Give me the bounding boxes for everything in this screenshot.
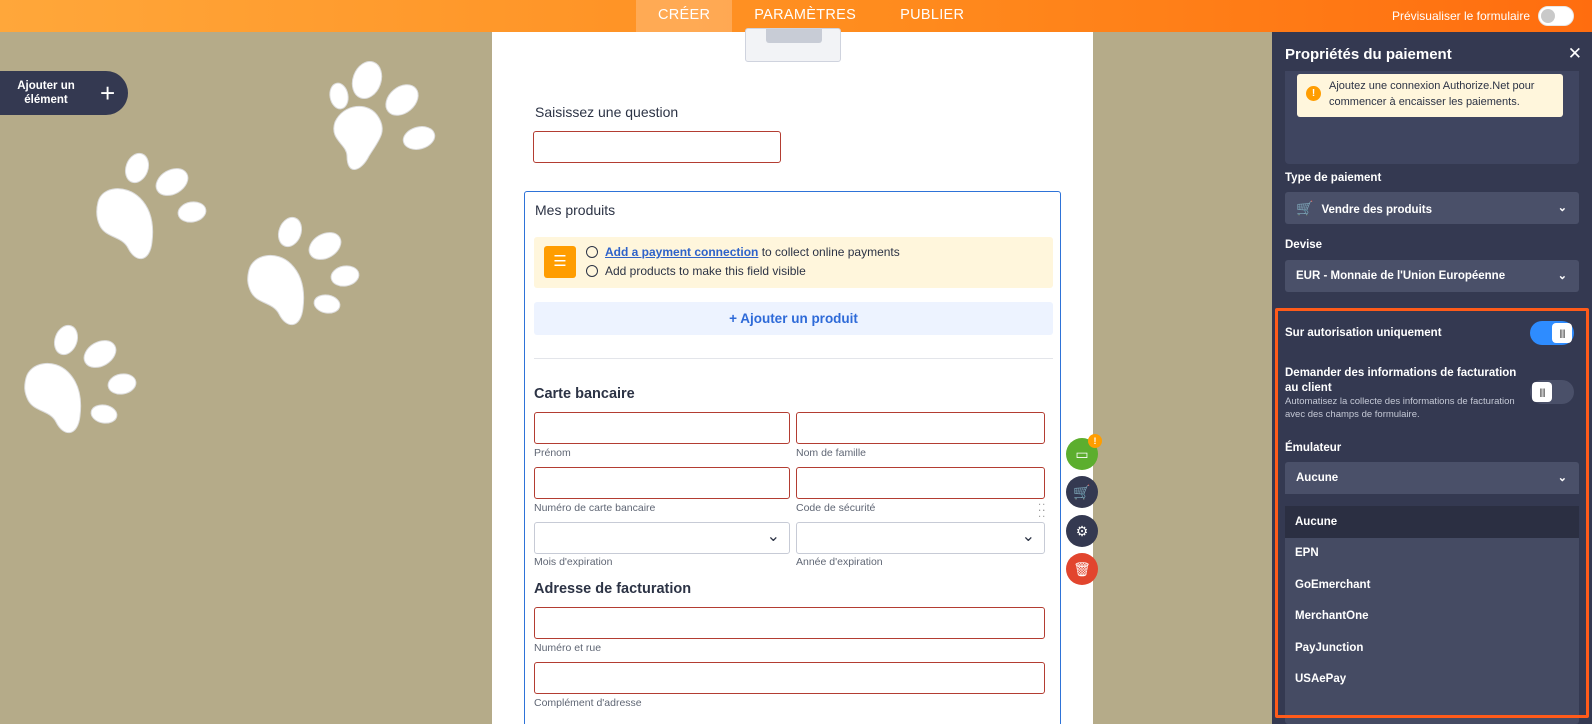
add-product-button[interactable]: + Ajouter un produit <box>534 302 1053 335</box>
delete-field-button[interactable]: 🗑 <box>1066 553 1098 585</box>
security-code-input[interactable] <box>796 467 1045 499</box>
warning-text: Ajoutez une connexion Authorize.Net pour… <box>1329 80 1535 108</box>
image-placeholder[interactable] <box>745 28 841 62</box>
divider <box>534 358 1053 359</box>
currency-label: Devise <box>1285 239 1323 251</box>
warning-icon: ! <box>1306 86 1321 101</box>
notice-row-products: Add products to make this field visible <box>586 264 806 278</box>
first-name-label: Prénom <box>534 447 571 459</box>
panel-title: Propriétés du paiement <box>1285 46 1452 63</box>
preview-toggle-group[interactable]: Prévisualiser le formulaire <box>1392 0 1574 32</box>
payment-notice: ☰ Add a payment connection to collect on… <box>534 237 1053 288</box>
cart-icon: 🛒 <box>1073 483 1091 500</box>
todo-circle-icon <box>586 246 598 258</box>
exp-month-label: Mois d'expiration <box>534 556 613 568</box>
paw-print-decoration <box>247 216 360 325</box>
card-number-input[interactable] <box>534 467 790 499</box>
field-settings-button[interactable]: ⚙ <box>1066 515 1098 547</box>
payment-type-label: Type de paiement <box>1285 172 1382 184</box>
warning-badge: ! <box>1088 434 1102 448</box>
chevron-down-icon: ⌄ <box>1557 270 1567 282</box>
form-canvas: Saisissez une question Mes produits ☰ Ad… <box>492 28 1093 724</box>
notice-line-1-text: to collect online payments <box>758 245 900 259</box>
products-field[interactable]: Mes produits ☰ Add a payment connection … <box>524 191 1061 724</box>
todo-circle-icon <box>586 265 598 277</box>
street-label: Numéro et rue <box>534 642 602 654</box>
cart-icon: 🛒 <box>1296 200 1314 216</box>
exp-year-select[interactable] <box>796 522 1045 554</box>
tab-publier[interactable]: PUBLIER <box>878 0 986 32</box>
gear-icon: ⚙ <box>1075 522 1089 539</box>
highlight-box <box>1275 308 1589 718</box>
question-label[interactable]: Saisissez une question <box>535 104 678 120</box>
plus-icon: + <box>100 78 116 108</box>
trash-icon: 🗑 <box>1073 560 1091 577</box>
chevron-down-icon: ⌄ <box>1557 202 1567 214</box>
notice-line-2: Add products to make this field visible <box>605 264 806 278</box>
last-name-input[interactable] <box>796 412 1045 444</box>
paw-print-decoration <box>329 61 436 170</box>
drag-handle-icon[interactable]: ⁚⁚ ⁚⁚ <box>1038 504 1048 520</box>
add-element-label: Ajouter un élément <box>17 80 75 106</box>
currency-value: EUR - Monnaie de l'Union Européenne <box>1296 270 1506 282</box>
last-name-label: Nom de famille <box>796 447 867 459</box>
billing-section-title: Adresse de facturation <box>534 581 692 597</box>
preview-label: Prévisualiser le formulaire <box>1391 9 1530 23</box>
close-icon[interactable]: ✕ <box>1568 44 1582 64</box>
checklist-icon: ☰ <box>544 246 576 278</box>
exp-month-select[interactable] <box>534 522 790 554</box>
paw-print-decoration <box>24 324 137 433</box>
paw-print-decoration <box>96 152 207 259</box>
currency-select[interactable]: EUR - Monnaie de l'Union Européenne ⌄ <box>1285 260 1579 292</box>
address2-label: Complément d'adresse <box>534 697 642 709</box>
products-title[interactable]: Mes produits <box>535 202 615 218</box>
card-number-label: Numéro de carte bancaire <box>534 502 656 514</box>
preview-toggle[interactable] <box>1538 6 1574 26</box>
payment-type-select[interactable]: 🛒 Vendre des produits ⌄ <box>1285 192 1579 224</box>
payment-type-value: Vendre des produits <box>1321 204 1432 216</box>
credit-card-icon: ▭ <box>1075 445 1089 462</box>
exp-year-label: Année d'expiration <box>796 556 883 568</box>
notice-row-payment: Add a payment connection to collect onli… <box>586 245 900 259</box>
tab-creer[interactable]: CRÉER <box>636 0 733 32</box>
add-payment-connection-link[interactable]: Add a payment connection <box>605 245 758 259</box>
products-button[interactable]: 🛒 <box>1066 476 1098 508</box>
question-input[interactable] <box>533 131 781 163</box>
address2-input[interactable] <box>534 662 1045 694</box>
street-input[interactable] <box>534 607 1045 639</box>
first-name-input[interactable] <box>534 412 790 444</box>
add-element-button[interactable]: Ajouter un élément + <box>0 71 128 115</box>
authorize-net-warning: ! Ajoutez une connexion Authorize.Net po… <box>1297 74 1563 117</box>
security-code-label: Code de sécurité <box>796 502 876 514</box>
card-section-title: Carte bancaire <box>534 386 635 402</box>
notice-line-1: Add a payment connection to collect onli… <box>605 245 900 259</box>
